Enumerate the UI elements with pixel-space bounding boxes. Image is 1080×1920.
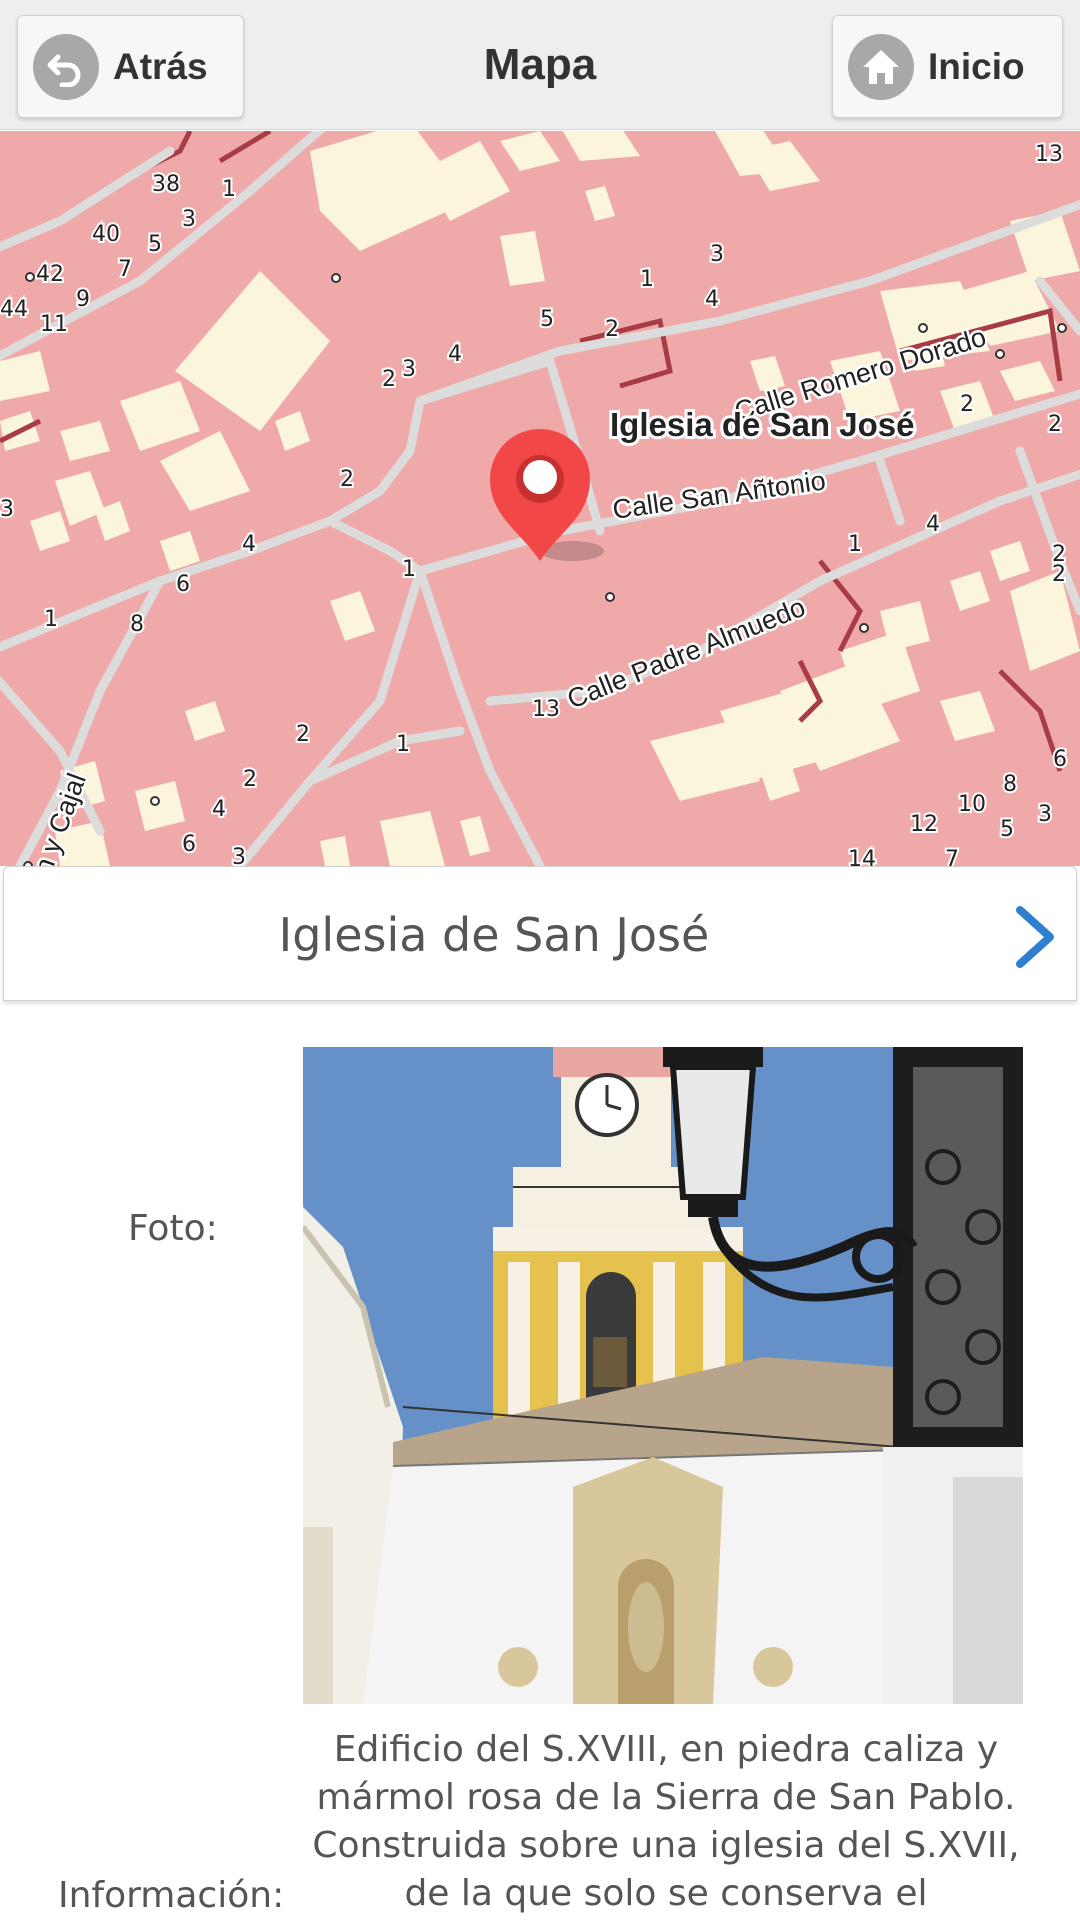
home-icon — [848, 33, 914, 100]
info-text: Edificio del S.XVIII, en piedra caliza y… — [312, 1729, 1020, 1914]
house-number: 13 — [532, 697, 560, 722]
home-button-label: Inicio — [928, 45, 1025, 87]
chevron-right-icon[interactable] — [1006, 902, 1066, 972]
house-number: 3 — [182, 207, 196, 232]
house-number: 3 — [232, 845, 246, 866]
house-number: 4 — [212, 797, 226, 822]
house-number: 5 — [540, 307, 554, 332]
house-number: 1 — [396, 732, 410, 757]
app-header: Atrás Mapa Inicio — [0, 0, 1080, 130]
house-number: 2 — [243, 767, 257, 792]
house-number: 2 — [382, 367, 396, 392]
back-button[interactable]: Atrás — [17, 15, 244, 118]
house-number: 4 — [705, 287, 719, 312]
house-number: 14 — [848, 847, 876, 866]
map-view[interactable]: 13 38 3 1 40 5 7 42 9 44 11 3 1 4 5 2 2 … — [0, 131, 1080, 866]
map-poi-label: Iglesia de San José — [610, 406, 914, 443]
house-number: 6 — [176, 572, 190, 597]
house-number: 4 — [926, 512, 940, 537]
home-button[interactable]: Inicio — [832, 15, 1063, 118]
house-number: 2 — [960, 392, 974, 417]
house-number: 11 — [40, 312, 68, 337]
house-number: 2 — [605, 317, 619, 342]
house-number: 4 — [448, 342, 462, 367]
house-number: 5 — [1000, 817, 1014, 842]
back-arrow-icon — [33, 33, 99, 100]
house-number: 7 — [118, 257, 132, 282]
house-number: 2 — [296, 722, 310, 747]
house-number: 6 — [182, 832, 196, 857]
poi-title: Iglesia de San José — [278, 907, 710, 962]
info-label: Información: — [58, 1875, 285, 1916]
house-number: 3 — [0, 497, 14, 522]
house-number: 1 — [402, 557, 416, 582]
house-number: 1 — [848, 532, 862, 557]
house-number: 5 — [148, 232, 162, 257]
house-number: 6 — [1053, 747, 1067, 772]
house-number: 3 — [1038, 802, 1052, 827]
house-number: 38 — [152, 172, 180, 197]
house-number: 9 — [76, 287, 90, 312]
house-number: 4 — [242, 532, 256, 557]
house-number: 8 — [1003, 772, 1017, 797]
map-canvas[interactable]: 13 38 3 1 40 5 7 42 9 44 11 3 1 4 5 2 2 … — [0, 131, 1080, 866]
house-number: 3 — [402, 357, 416, 382]
poi-title-bar[interactable]: Iglesia de San José — [3, 866, 1077, 1001]
house-number: 12 — [910, 812, 938, 837]
house-number: 13 — [1035, 142, 1063, 167]
house-number: 3 — [710, 242, 724, 267]
house-number: 1 — [640, 267, 654, 292]
back-button-label: Atrás — [113, 45, 208, 87]
house-number: 2 — [1052, 562, 1066, 587]
house-number: 8 — [130, 612, 144, 637]
house-number: 42 — [36, 262, 64, 287]
house-number: 40 — [92, 222, 120, 247]
photo-label: Foto: — [128, 1208, 218, 1249]
house-number: 10 — [958, 792, 986, 817]
poi-photo — [303, 1047, 1023, 1704]
house-number: 2 — [1048, 412, 1062, 437]
house-number: 44 — [0, 297, 28, 322]
house-number: 1 — [222, 177, 236, 202]
house-number: 2 — [340, 467, 354, 492]
house-number: 1 — [44, 607, 58, 632]
house-number: 7 — [945, 847, 959, 866]
